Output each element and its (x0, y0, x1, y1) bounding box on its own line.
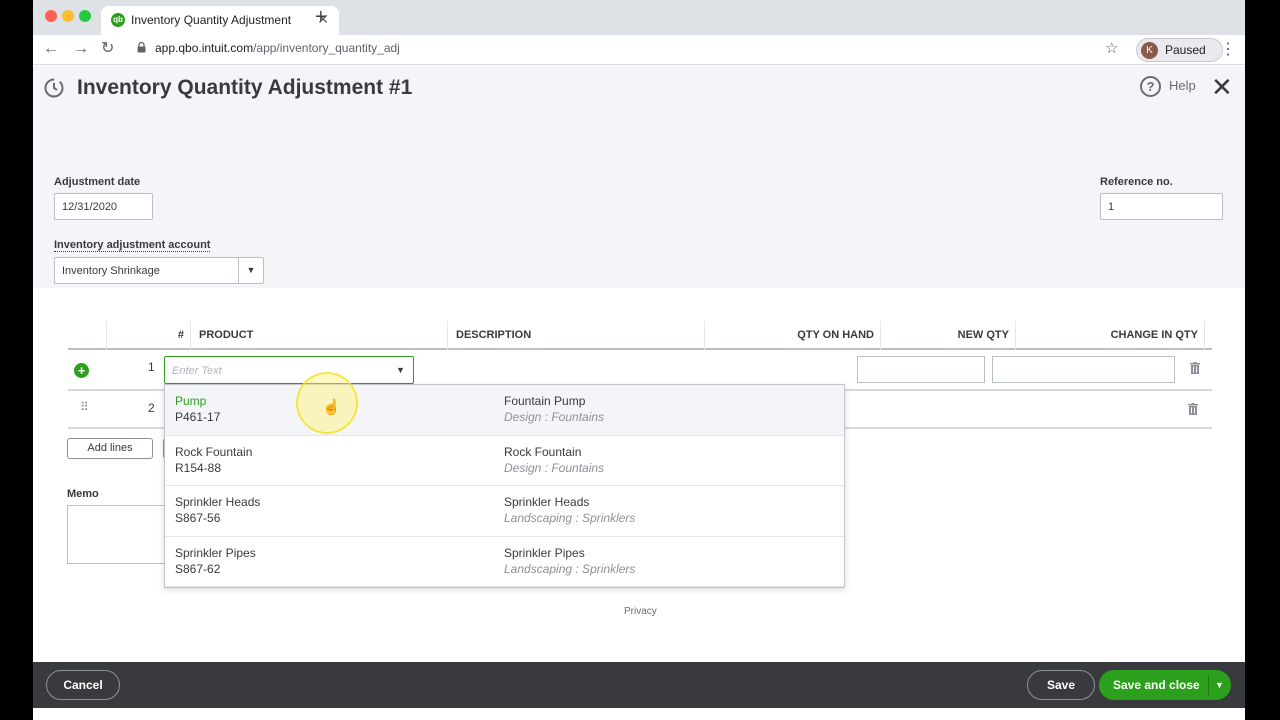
option-sku: S867-56 (175, 511, 221, 525)
column-header-product: PRODUCT (190, 321, 447, 350)
reference-no-label: Reference no. (1100, 176, 1173, 188)
trash-icon[interactable] (1188, 403, 1198, 415)
url-host: app.qbo.intuit.com (155, 41, 254, 55)
change-in-qty-input[interactable] (992, 356, 1175, 383)
memo-label: Memo (67, 488, 99, 500)
dropdown-option[interactable]: Rock Fountain R154-88 Rock Fountain Desi… (165, 436, 844, 486)
save-and-close-label: Save and close (1113, 678, 1200, 692)
option-description: Sprinkler Heads (504, 495, 590, 509)
adjustment-date-input[interactable]: 12/31/2020 (54, 193, 153, 220)
column-header-qty-on-hand: QTY ON HAND (704, 321, 880, 350)
drag-handle-icon[interactable]: ⠿ (80, 400, 89, 414)
table-header: # PRODUCT DESCRIPTION QTY ON HAND NEW QT… (68, 321, 1212, 350)
option-description: Rock Fountain (504, 444, 582, 459)
option-name: Sprinkler Pipes (175, 545, 256, 560)
add-line-icon[interactable]: + (74, 363, 89, 378)
product-placeholder: Enter Text (172, 365, 222, 377)
new-tab-button[interactable]: + (315, 6, 327, 28)
trash-icon[interactable] (1190, 362, 1200, 374)
browser-window: qb Inventory Quantity Adjustment ✕ + ← →… (33, 0, 1245, 720)
dropdown-option[interactable]: Pump P461-17 Fountain Pump Design : Foun… (165, 385, 844, 436)
help-icon[interactable]: ? (1140, 76, 1161, 97)
add-lines-button[interactable]: Add lines (67, 438, 153, 459)
bookmark-star-icon[interactable]: ☆ (1105, 39, 1118, 57)
tab-inventory-adjustment[interactable]: qb Inventory Quantity Adjustment ✕ (101, 6, 339, 35)
chevron-down-icon[interactable]: ▼ (388, 357, 413, 383)
history-icon[interactable] (43, 77, 65, 99)
privacy-link[interactable]: Privacy (624, 606, 657, 617)
dropdown-option[interactable]: Sprinkler Pipes S867-62 Sprinkler Pipes … (165, 537, 844, 587)
side-marker: 2 (1211, 350, 1217, 361)
option-description: Fountain Pump (504, 394, 586, 408)
hand-cursor-icon: ☝ (322, 399, 341, 416)
address-bar[interactable]: app.qbo.intuit.com/app/inventory_quantit… (155, 41, 400, 55)
tab-title: Inventory Quantity Adjustment (131, 13, 292, 27)
inventory-account-label: Inventory adjustment account (54, 239, 211, 252)
option-category: Design : Fountains (504, 410, 605, 424)
cancel-button[interactable]: Cancel (46, 670, 120, 700)
browser-menu-icon[interactable]: ⋮ (1220, 39, 1236, 59)
column-header-description: DESCRIPTION (447, 321, 704, 350)
minimize-window-button[interactable] (62, 10, 74, 22)
option-category: Landscaping : Sprinklers (504, 561, 636, 576)
option-category: Landscaping : Sprinklers (504, 511, 636, 525)
adjustment-date-label: Adjustment date (54, 176, 141, 188)
close-icon[interactable]: ✕ (1211, 74, 1233, 100)
avatar: K (1141, 42, 1158, 59)
option-sku: R154-88 (175, 460, 222, 475)
column-header-change-in-qty: CHANGE IN QTY (1015, 321, 1205, 350)
option-name: Pump (175, 394, 207, 408)
option-description: Sprinkler Pipes (504, 545, 585, 560)
maximize-window-button[interactable] (79, 10, 91, 22)
save-button[interactable]: Save (1027, 670, 1095, 700)
row-number: 1 (148, 360, 155, 374)
tab-bar: qb Inventory Quantity Adjustment ✕ + (33, 0, 1245, 35)
profile-button[interactable]: K Paused (1136, 38, 1223, 62)
lock-icon (137, 42, 146, 53)
chevron-down-icon[interactable]: ▼ (238, 258, 263, 283)
option-name: Sprinkler Heads (175, 495, 261, 509)
reference-no-input[interactable]: 1 (1100, 193, 1223, 220)
row-number: 2 (148, 401, 155, 415)
memo-textarea[interactable] (67, 505, 167, 564)
footer-bar: Cancel Save Save and close ▼ (33, 662, 1245, 708)
quickbooks-favicon-icon: qb (111, 13, 125, 27)
inventory-account-value: Inventory Shrinkage (62, 265, 160, 277)
option-category: Design : Fountains (504, 460, 605, 475)
form-header-area: Inventory Quantity Adjustment #1 ? Help … (33, 66, 1245, 288)
save-and-close-button[interactable]: Save and close ▼ (1099, 670, 1231, 700)
profile-status: Paused (1165, 43, 1206, 57)
help-link[interactable]: Help (1169, 78, 1196, 93)
product-dropdown: Pump P461-17 Fountain Pump Design : Foun… (164, 384, 845, 588)
browser-toolbar: ← → ↻ app.qbo.intuit.com/app/inventory_q… (33, 35, 1245, 65)
dropdown-option[interactable]: Sprinkler Heads S867-56 Sprinkler Heads … (165, 486, 844, 537)
option-sku: P461-17 (175, 410, 221, 424)
new-qty-input[interactable] (857, 356, 985, 383)
url-path: /app/inventory_quantity_adj (253, 41, 400, 55)
chevron-down-icon[interactable]: ▼ (1208, 675, 1230, 695)
product-input[interactable]: Enter Text ▼ (164, 356, 414, 384)
page-title: Inventory Quantity Adjustment #1 (77, 76, 413, 99)
close-window-button[interactable] (45, 10, 57, 22)
forward-arrow-icon[interactable]: → (73, 39, 89, 59)
back-arrow-icon[interactable]: ← (43, 39, 59, 59)
option-sku: S867-62 (175, 561, 221, 576)
inventory-account-select[interactable]: Inventory Shrinkage ▼ (54, 257, 264, 284)
option-name: Rock Fountain (175, 444, 253, 459)
column-header-num: # (106, 321, 190, 350)
reload-icon[interactable]: ↻ (101, 39, 114, 59)
column-header-new-qty: NEW QTY (880, 321, 1015, 350)
